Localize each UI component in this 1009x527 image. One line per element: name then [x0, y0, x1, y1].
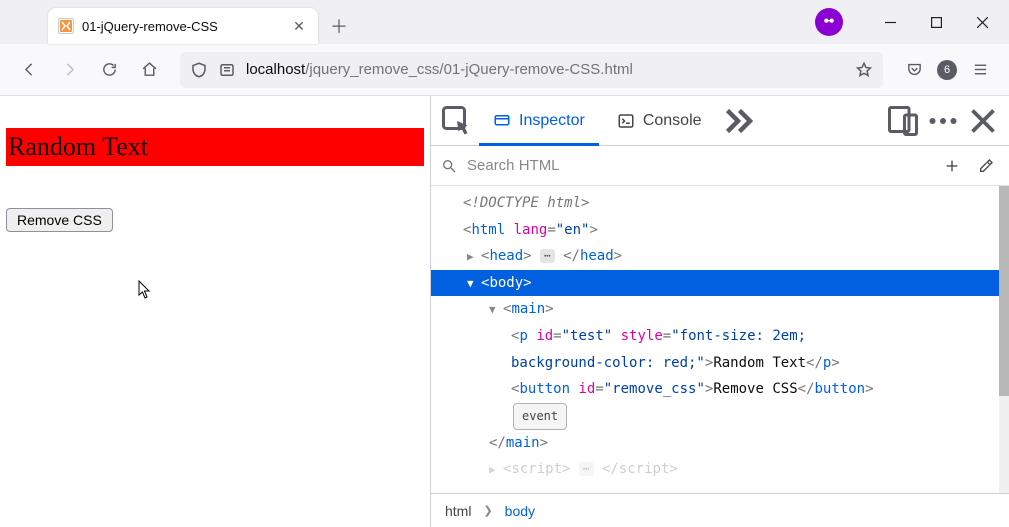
- remove-css-button[interactable]: Remove CSS: [6, 208, 113, 232]
- devtools-menu-icon[interactable]: [925, 103, 961, 139]
- reload-button[interactable]: [92, 53, 126, 87]
- window-close-button[interactable]: [959, 0, 1005, 44]
- tab-close-icon[interactable]: ✕: [290, 17, 308, 35]
- extension-badge-icon[interactable]: [815, 8, 843, 36]
- window-maximize-button[interactable]: [913, 0, 959, 44]
- toolbar-right-group: 6: [897, 53, 997, 87]
- tree-p-element[interactable]: <p id="test" style="font-size: 2em;: [431, 323, 1009, 350]
- more-tabs-chevron-icon[interactable]: [720, 103, 756, 139]
- devtools-panel: Inspector Console: [430, 96, 1009, 527]
- eyedropper-icon[interactable]: [973, 153, 999, 179]
- tree-html-open[interactable]: <html lang="en">: [431, 217, 1009, 244]
- tab-title: 01-jQuery-remove-CSS: [82, 19, 282, 34]
- bookmark-star-icon[interactable]: [855, 61, 873, 79]
- tree-button-element[interactable]: <button id="remove_css">Remove CSS</butt…: [431, 376, 1009, 403]
- window-title-bar: 01-jQuery-remove-CSS ✕ ＋: [0, 0, 1009, 44]
- main-area: Random Text Remove CSS Inspector Console: [0, 96, 1009, 527]
- tree-script-partial[interactable]: ▶<script> ⋯ </script>: [431, 456, 1009, 483]
- devtools-search-bar: [431, 146, 1009, 186]
- url-text: localhost/jquery_remove_css/01-jQuery-re…: [246, 61, 845, 78]
- add-element-icon[interactable]: [939, 153, 965, 179]
- browser-toolbar: localhost/jquery_remove_css/01-jQuery-re…: [0, 44, 1009, 96]
- breadcrumb-body[interactable]: body: [505, 503, 535, 519]
- home-button[interactable]: [132, 53, 166, 87]
- tree-body-open[interactable]: ▼<body>: [431, 270, 1009, 297]
- app-menu-button[interactable]: [963, 53, 997, 87]
- pocket-icon[interactable]: [897, 53, 931, 87]
- tree-main-close[interactable]: </main>: [431, 430, 1009, 457]
- tree-doctype[interactable]: <!DOCTYPE html>: [431, 190, 1009, 217]
- tree-p-element-cont[interactable]: background-color: red;">Random Text</p>: [431, 350, 1009, 377]
- devtools-tabstrip: Inspector Console: [431, 96, 1009, 146]
- mouse-cursor-icon: [138, 280, 152, 300]
- search-icon: [441, 158, 457, 174]
- page-info-icon[interactable]: [218, 61, 236, 79]
- chevron-right-icon: ❯: [483, 504, 492, 517]
- browser-tab[interactable]: 01-jQuery-remove-CSS ✕: [48, 8, 318, 44]
- tree-main-open[interactable]: ▼<main>: [431, 296, 1009, 323]
- new-tab-button[interactable]: ＋: [324, 11, 354, 41]
- dom-tree[interactable]: <!DOCTYPE html> <html lang="en"> ▶<head>…: [431, 186, 1009, 493]
- rendered-page: Random Text Remove CSS: [0, 96, 430, 527]
- url-bar[interactable]: localhost/jquery_remove_css/01-jQuery-re…: [180, 52, 883, 88]
- devtools-close-icon[interactable]: [965, 103, 1001, 139]
- random-text-paragraph: Random Text: [6, 128, 424, 166]
- nav-back-button[interactable]: [12, 53, 46, 87]
- tree-scrollbar[interactable]: [999, 186, 1009, 493]
- xampp-favicon: [58, 18, 74, 34]
- nav-forward-button[interactable]: [52, 53, 86, 87]
- tree-scrollbar-thumb[interactable]: [999, 186, 1009, 396]
- breadcrumb-html[interactable]: html: [445, 503, 471, 519]
- window-controls: [815, 0, 1005, 44]
- responsive-mode-icon[interactable]: [885, 103, 921, 139]
- tab-inspector[interactable]: Inspector: [479, 96, 599, 146]
- element-picker-icon[interactable]: [439, 103, 475, 139]
- notification-count-badge[interactable]: 6: [937, 60, 957, 80]
- search-html-input[interactable]: [465, 156, 931, 175]
- tracking-shield-icon[interactable]: [190, 61, 208, 79]
- dom-breadcrumb: html ❯ body: [431, 493, 1009, 527]
- tree-head[interactable]: ▶<head> ⋯ </head>: [431, 243, 1009, 270]
- window-minimize-button[interactable]: [867, 0, 913, 44]
- tab-console[interactable]: Console: [603, 96, 716, 146]
- tree-button-event[interactable]: event: [431, 403, 1009, 430]
